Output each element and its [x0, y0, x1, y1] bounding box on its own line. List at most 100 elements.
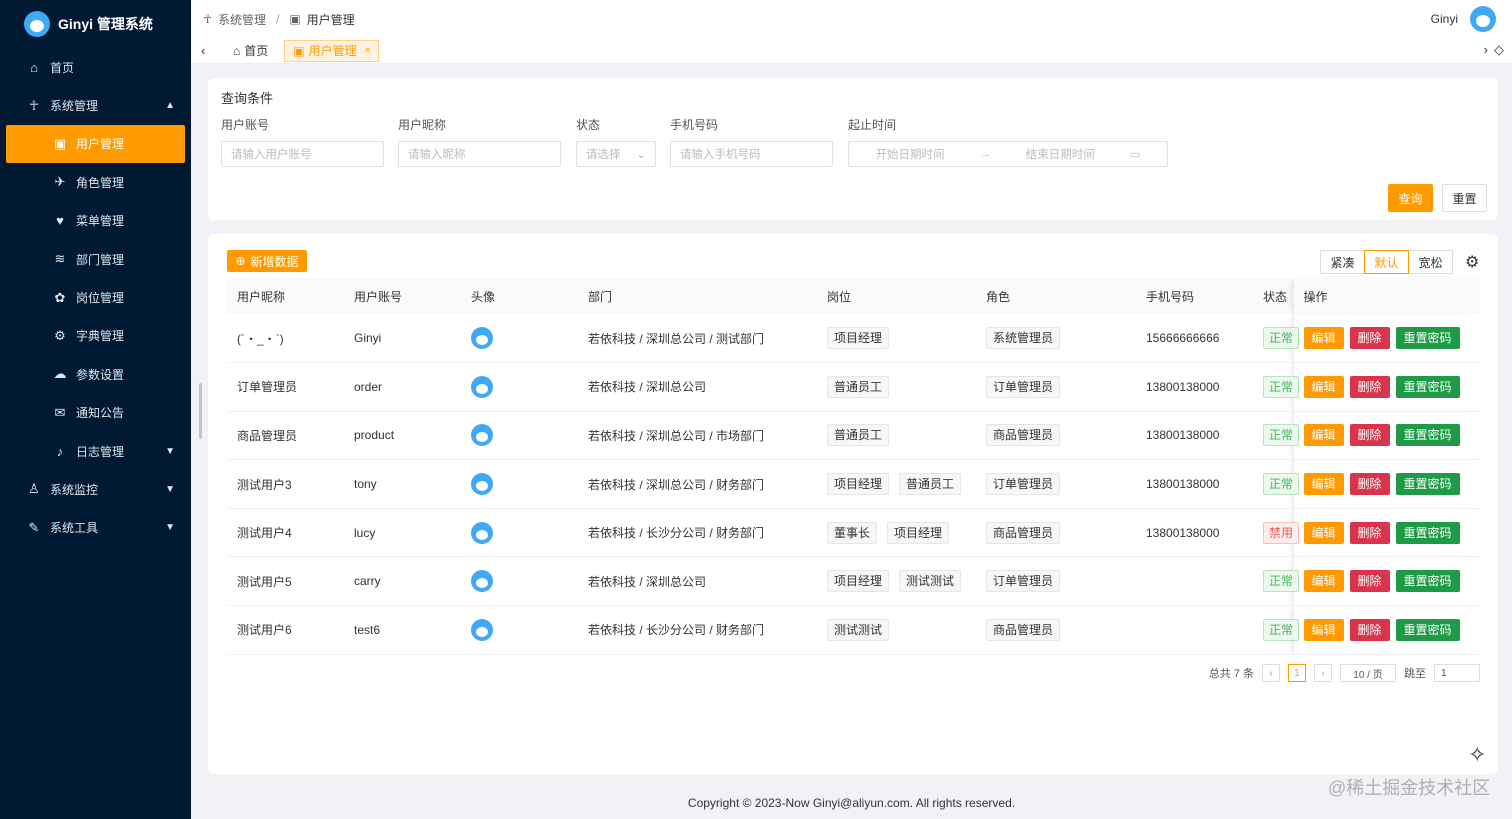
sidebar-item-dict-management[interactable]: ⚙ 字典管理 — [0, 317, 191, 355]
account-input[interactable]: 请输入用户账号 — [221, 141, 384, 167]
date-range-picker[interactable]: 开始日期时间 → 结束日期时间 ▭ — [848, 141, 1168, 167]
reset-password-button[interactable]: 重置密码 — [1395, 424, 1460, 447]
column-header: 角色 — [976, 278, 1136, 314]
delete-button[interactable]: 删除 — [1349, 375, 1390, 398]
avatar — [471, 327, 493, 350]
cell-status: 正常 — [1253, 362, 1300, 412]
delete-button[interactable]: 删除 — [1349, 424, 1390, 447]
delete-button[interactable]: 删除 — [1349, 521, 1390, 544]
nickname-input[interactable]: 请输入昵称 — [398, 141, 561, 167]
reset-password-button[interactable]: 重置密码 — [1395, 327, 1460, 350]
reset-password-button[interactable]: 重置密码 — [1395, 375, 1460, 398]
reset-password-button[interactable]: 重置密码 — [1395, 570, 1460, 593]
breadcrumb-item[interactable]: 系统管理 — [218, 11, 266, 28]
delete-button[interactable]: 删除 — [1349, 570, 1390, 593]
cell-nickname: 商品管理员 — [227, 411, 344, 461]
cell-nickname: 测试用户3 — [227, 459, 344, 509]
add-data-button[interactable]: ⊕ 新增数据 — [227, 250, 307, 272]
sidebar-item-home[interactable]: ⌂ 首页 — [0, 48, 191, 86]
add-data-label: 新增数据 — [250, 254, 299, 269]
reset-password-button[interactable]: 重置密码 — [1395, 521, 1460, 544]
diamond-icon[interactable]: ◇ — [1494, 42, 1504, 58]
sidebar-item-label: 用户管理 — [76, 137, 125, 152]
post-tag: 普通员工 — [899, 473, 962, 496]
avatar — [471, 570, 493, 593]
person-icon: ☥ — [29, 97, 39, 113]
chevron-right-icon[interactable]: › — [1484, 42, 1488, 58]
sidebar-item-post-management[interactable]: ✿ 岗位管理 — [0, 278, 191, 316]
avatar — [471, 618, 493, 641]
density-default[interactable]: 默认 — [1364, 250, 1409, 274]
cell-status: 正常 — [1253, 556, 1300, 607]
reset-password-button[interactable]: 重置密码 — [1395, 473, 1460, 496]
cell-role: 商品管理员 — [976, 605, 1136, 655]
jump-input[interactable]: 1 — [1434, 664, 1480, 682]
density-compact[interactable]: 紧凑 — [1320, 250, 1365, 274]
chevron-left-icon[interactable]: ‹ — [201, 43, 217, 58]
start-date-input[interactable]: 开始日期时间 — [875, 146, 944, 162]
post-tag: 测试测试 — [899, 570, 962, 593]
reset-password-button[interactable]: 重置密码 — [1395, 618, 1460, 641]
sidebar-item-dept-management[interactable]: ≋ 部门管理 — [0, 240, 191, 278]
nickname-field: 用户昵称 请输入昵称 — [398, 116, 561, 167]
tab-home[interactable]: ⌂ 首页 — [225, 40, 276, 62]
sidebar-item-log-management[interactable]: ♪ 日志管理 ▼ — [0, 432, 191, 470]
heart-icon: ♥ — [56, 213, 64, 229]
avatar — [471, 424, 493, 447]
sidebar-item-label: 角色管理 — [76, 175, 125, 190]
edit-button[interactable]: 编辑 — [1303, 424, 1344, 447]
user-avatar[interactable] — [1470, 6, 1496, 32]
reset-button[interactable]: 重置 — [1442, 184, 1487, 212]
edit-button[interactable]: 编辑 — [1303, 521, 1344, 544]
edit-button[interactable]: 编辑 — [1303, 375, 1344, 398]
cell-phone: 13800138000 — [1136, 459, 1253, 509]
sidebar-item-user-management[interactable]: ▣ 用户管理 — [6, 124, 185, 164]
tab-label: 用户管理 — [308, 44, 357, 58]
cell-posts: 项目经理 测试测试 — [817, 556, 976, 607]
field-label: 手机号码 — [670, 118, 719, 132]
user-menu[interactable]: Ginyi — [1431, 6, 1496, 32]
edit-button[interactable]: 编辑 — [1303, 327, 1344, 350]
delete-button[interactable]: 删除 — [1349, 327, 1390, 350]
cell-actions: 编辑 删除 重置密码 — [1292, 362, 1480, 412]
edit-button[interactable]: 编辑 — [1303, 473, 1344, 496]
column-header: 用户昵称 — [227, 278, 344, 314]
cell-avatar — [461, 411, 578, 461]
cell-account: Ginyi — [344, 314, 461, 364]
cell-phone: 15666666666 — [1136, 314, 1253, 364]
delete-button[interactable]: 删除 — [1349, 473, 1390, 496]
field-label: 状态 — [576, 118, 601, 132]
sidebar-item-system-management[interactable]: ☥ 系统管理 ▲ — [0, 86, 191, 124]
page-size-select[interactable]: 10 / 页 — [1340, 664, 1396, 682]
sidebar-item-param-settings[interactable]: ☁ 参数设置 — [0, 355, 191, 393]
status-badge: 正常 — [1263, 424, 1300, 447]
scrollbar-thumb[interactable] — [199, 383, 202, 439]
sidebar-item-label: 部门管理 — [76, 252, 125, 267]
density-loose[interactable]: 宽松 — [1408, 250, 1453, 274]
prev-page-button[interactable]: ‹ — [1262, 664, 1280, 682]
cell-actions: 编辑 删除 重置密码 — [1292, 314, 1480, 364]
status-select[interactable]: 请选择 ⌄ — [576, 141, 656, 167]
sidebar-item-notice[interactable]: ✉ 通知公告 — [0, 394, 191, 432]
sidebar-item-role-management[interactable]: ✈ 角色管理 — [0, 163, 191, 201]
tab-user-management[interactable]: ▣ 用户管理 × — [284, 39, 380, 62]
column-header: 用户账号 — [344, 278, 461, 314]
search-button[interactable]: 查询 — [1388, 184, 1433, 212]
sidebar-item-system-monitor[interactable]: ♙ 系统监控 ▼ — [0, 470, 191, 508]
cell-status: 正常 — [1253, 411, 1300, 461]
edit-button[interactable]: 编辑 — [1303, 618, 1344, 641]
end-date-input[interactable]: 结束日期时间 — [1026, 146, 1095, 162]
phone-input[interactable]: 请输入手机号码 — [670, 141, 833, 167]
sparkle-icon[interactable]: ✧ — [1468, 742, 1486, 768]
role-tag: 商品管理员 — [986, 521, 1061, 544]
delete-button[interactable]: 删除 — [1349, 618, 1390, 641]
logo[interactable]: Ginyi 管理系统 — [0, 0, 191, 48]
cell-actions: 编辑 删除 重置密码 — [1292, 459, 1480, 509]
next-page-button[interactable]: › — [1314, 664, 1332, 682]
close-icon[interactable]: × — [365, 45, 371, 56]
edit-button[interactable]: 编辑 — [1303, 570, 1344, 593]
page-number[interactable]: 1 — [1288, 664, 1306, 682]
sidebar-item-system-tools[interactable]: ✎ 系统工具 ▼ — [0, 509, 191, 547]
gear-icon[interactable]: ⚙ — [1465, 252, 1479, 272]
sidebar-item-menu-management[interactable]: ♥ 菜单管理 — [0, 202, 191, 240]
